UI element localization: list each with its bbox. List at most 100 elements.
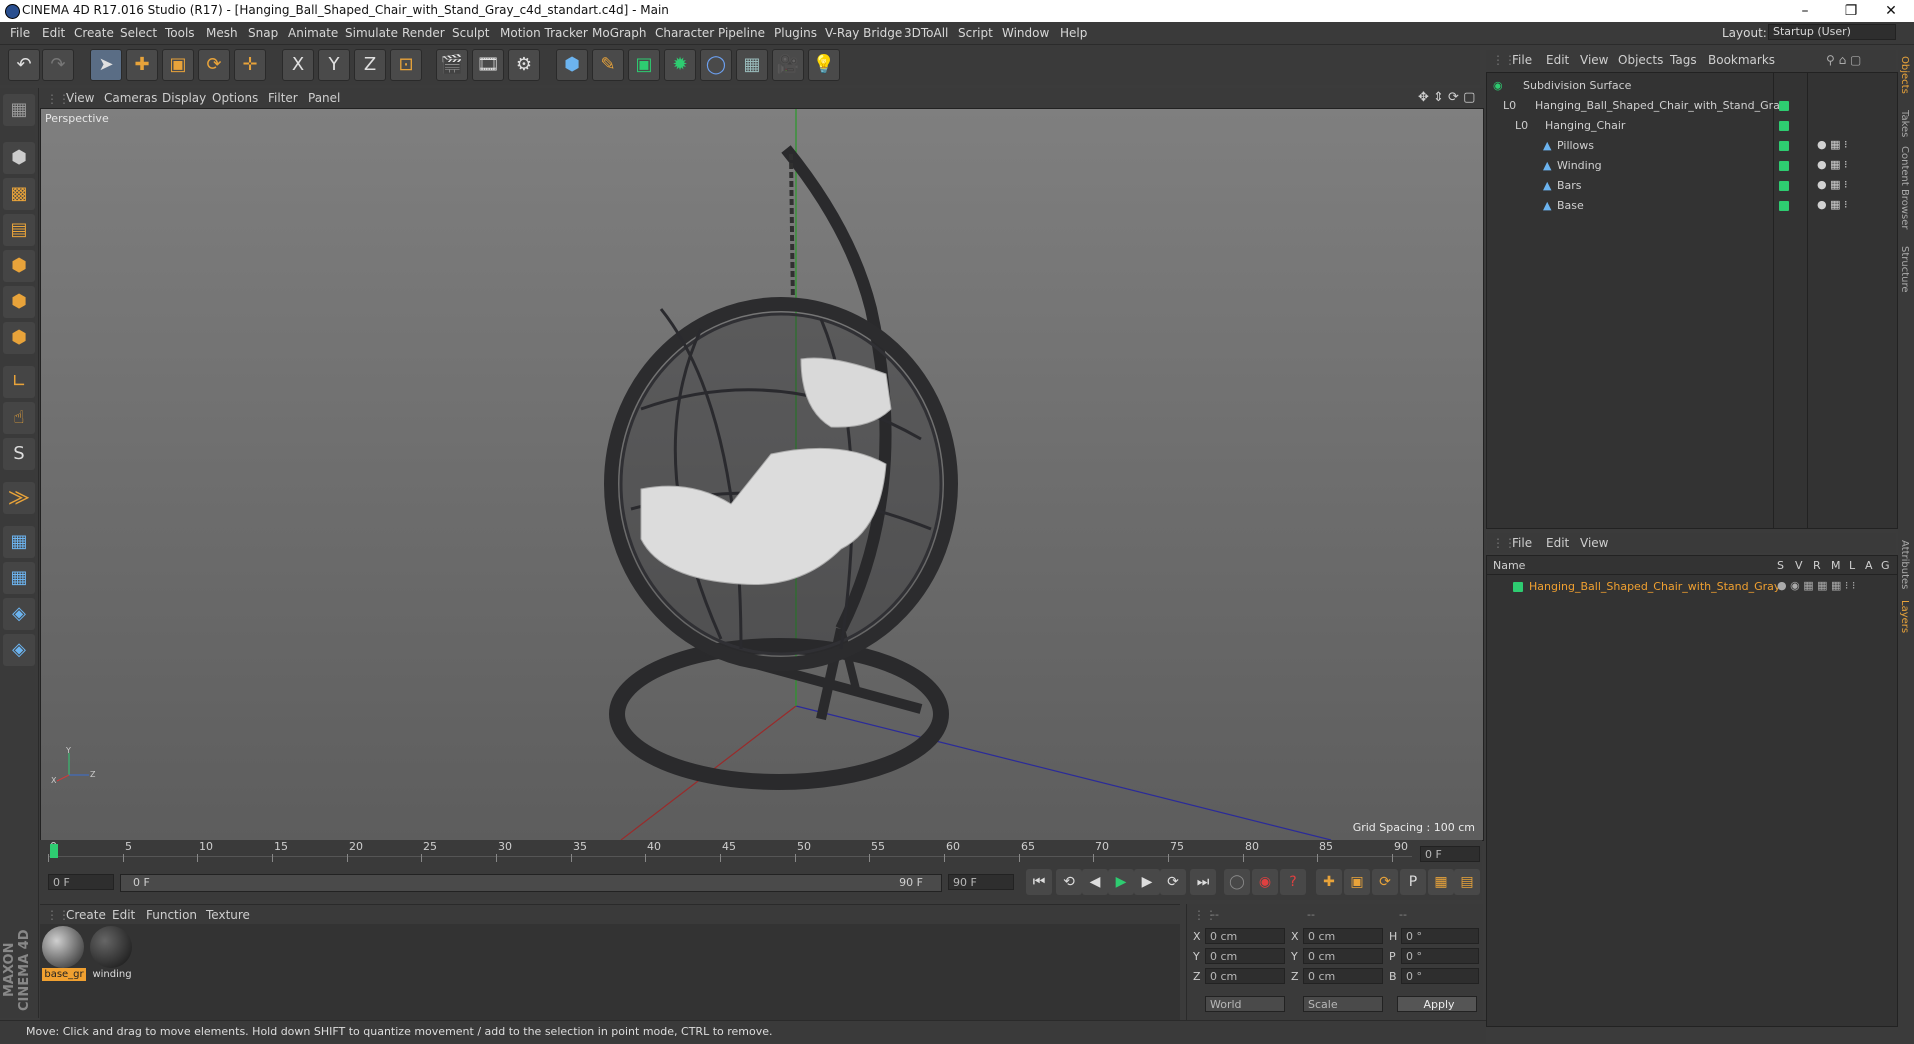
subdivision-icon[interactable]: ▣ <box>628 49 660 81</box>
playhead[interactable] <box>50 844 58 858</box>
key-rotate-icon[interactable]: ⟳ <box>1372 869 1398 895</box>
menu-script[interactable]: Script <box>958 26 993 40</box>
material-menu-create[interactable]: Create <box>66 908 106 922</box>
timeline-editor-icon[interactable]: ▤ <box>1454 869 1480 895</box>
layer-flag-icons[interactable]: ● ◉ ▦ ▦ ▦ ⁝ ⁝ <box>1777 579 1855 592</box>
key-param-icon[interactable]: P <box>1400 869 1426 895</box>
rot-p-field[interactable]: 0 ° <box>1401 948 1479 964</box>
key-scale-icon[interactable]: ▣ <box>1344 869 1370 895</box>
camera-icon[interactable]: 🎥 <box>772 49 804 81</box>
object-menu-view[interactable]: View <box>1580 53 1608 67</box>
grid-lock-icon[interactable]: ▦ <box>3 526 35 558</box>
prev-key-icon[interactable]: ⟲ <box>1056 869 1082 895</box>
object-menu-bookmarks[interactable]: Bookmarks <box>1708 53 1775 67</box>
x-axis-icon[interactable]: X <box>282 49 314 81</box>
menu-snap[interactable]: Snap <box>248 26 278 40</box>
menu-window[interactable]: Window <box>1002 26 1049 40</box>
apply-button[interactable]: Apply <box>1397 996 1477 1012</box>
end-frame-field[interactable]: 90 F <box>948 874 1014 890</box>
coord-mode-select[interactable]: World <box>1205 996 1285 1012</box>
coordinate-system-icon[interactable]: ⊡ <box>390 49 422 81</box>
python-script-icon[interactable]: ◈ <box>3 634 35 666</box>
current-frame-field[interactable]: 0 F <box>1420 846 1480 862</box>
python-icon[interactable]: ◈ <box>3 598 35 630</box>
size-x-field[interactable]: 0 cm <box>1303 928 1383 944</box>
layer-color-swatch[interactable] <box>1779 161 1789 171</box>
layer-color-swatch[interactable] <box>1779 101 1789 111</box>
menu-sculpt[interactable]: Sculpt <box>452 26 489 40</box>
viewport-menu-display[interactable]: Display <box>162 91 206 105</box>
redo-icon[interactable]: ↷ <box>42 49 74 81</box>
menu-file[interactable]: File <box>10 26 30 40</box>
axis-mode-icon[interactable]: ∟ <box>3 366 35 398</box>
viewport[interactable]: Perspective YZX Grid Spacing : 100 cm <box>40 108 1484 841</box>
pos-z-field[interactable]: 0 cm <box>1205 968 1285 984</box>
render-picture-viewer-icon[interactable]: 🎞 <box>472 49 504 81</box>
viewport-menu-view[interactable]: View <box>66 91 94 105</box>
prev-frame-icon[interactable]: ◀ <box>1082 869 1108 895</box>
workplane-icon[interactable]: ▤ <box>3 214 35 246</box>
snap-icon[interactable]: S <box>3 438 35 470</box>
layer-color-swatch[interactable] <box>1779 141 1789 151</box>
tab-structure[interactable]: Structure <box>1899 246 1910 293</box>
menu-character[interactable]: Character <box>655 26 714 40</box>
material-menu-edit[interactable]: Edit <box>112 908 135 922</box>
menu-vray-bridge[interactable]: V-Ray Bridge <box>825 26 902 40</box>
menu-tools[interactable]: Tools <box>165 26 195 40</box>
y-axis-icon[interactable]: Y <box>318 49 350 81</box>
menu-plugins[interactable]: Plugins <box>774 26 817 40</box>
make-editable-icon[interactable]: ▦ <box>3 94 35 126</box>
select-pointer-icon[interactable]: ➤ <box>90 49 122 81</box>
tab-takes[interactable]: Takes <box>1899 110 1910 137</box>
layer-menu-file[interactable]: File <box>1512 536 1532 550</box>
go-to-start-icon[interactable]: ⏮ <box>1026 869 1052 895</box>
layer-color-swatch[interactable] <box>1779 121 1789 131</box>
floor-icon[interactable]: ▦ <box>736 49 768 81</box>
next-frame-icon[interactable]: ▶ <box>1134 869 1160 895</box>
size-z-field[interactable]: 0 cm <box>1303 968 1383 984</box>
tweak-mode-icon[interactable]: ☝ <box>3 402 35 434</box>
menu-render[interactable]: Render <box>402 26 445 40</box>
viewport-menu-cameras[interactable]: Cameras <box>104 91 157 105</box>
material-tag-icon[interactable]: ● ▦ ⁝ <box>1817 198 1847 211</box>
layer-color-swatch[interactable] <box>1779 181 1789 191</box>
material-menu-function[interactable]: Function <box>146 908 197 922</box>
object-menu-file[interactable]: File <box>1512 53 1532 67</box>
size-y-field[interactable]: 0 cm <box>1303 948 1383 964</box>
go-to-end-icon[interactable]: ⏭ <box>1190 869 1216 895</box>
menu-3dtoall[interactable]: 3DToAll <box>904 26 948 40</box>
render-settings-icon[interactable]: ⚙ <box>508 49 540 81</box>
viewport-menu-filter[interactable]: Filter <box>268 91 298 105</box>
coord-scale-select[interactable]: Scale <box>1303 996 1383 1012</box>
material-item[interactable]: base_gr <box>42 926 86 984</box>
scale-icon[interactable]: ▣ <box>162 49 194 81</box>
tree-row[interactable]: ▲ Bars ● ▦ ⁝ <box>1487 177 1897 195</box>
tree-row[interactable]: ▲ Winding ● ▦ ⁝ <box>1487 157 1897 175</box>
material-item[interactable]: winding <box>90 926 134 984</box>
menu-mesh[interactable]: Mesh <box>206 26 238 40</box>
tree-row[interactable]: ▲ Pillows ● ▦ ⁝ <box>1487 137 1897 155</box>
pos-y-field[interactable]: 0 cm <box>1205 948 1285 964</box>
cube-icon[interactable]: ⬢ <box>556 49 588 81</box>
rot-h-field[interactable]: 0 ° <box>1401 928 1479 944</box>
menu-animate[interactable]: Animate <box>288 26 338 40</box>
range-slider[interactable]: 0 F 90 F <box>120 874 942 892</box>
pen-spline-icon[interactable]: ✎ <box>592 49 624 81</box>
minimize-icon[interactable]: – <box>1782 0 1828 22</box>
tab-layers[interactable]: Layers <box>1899 600 1910 633</box>
tree-row[interactable]: L0 Hanging_Ball_Shaped_Chair_with_Stand_… <box>1487 97 1897 115</box>
material-tag-icon[interactable]: ● ▦ ⁝ <box>1817 138 1847 151</box>
menu-simulate[interactable]: Simulate <box>345 26 398 40</box>
points-mode-icon[interactable]: ⬢ <box>3 250 35 282</box>
layer-menu-edit[interactable]: Edit <box>1546 536 1569 550</box>
layer-row[interactable]: Hanging_Ball_Shaped_Chair_with_Stand_Gra… <box>1487 578 1897 596</box>
menu-pipeline[interactable]: Pipeline <box>718 26 765 40</box>
record-icon[interactable]: ◉ <box>1252 869 1278 895</box>
light-icon[interactable]: 💡 <box>808 49 840 81</box>
menu-mograph[interactable]: MoGraph <box>592 26 647 40</box>
tab-attributes[interactable]: Attributes <box>1899 540 1910 589</box>
deformer-icon[interactable]: ◯ <box>700 49 732 81</box>
layer-color-swatch[interactable] <box>1779 201 1789 211</box>
layer-color-swatch[interactable] <box>1513 582 1523 592</box>
tab-objects[interactable]: Objects <box>1899 56 1910 94</box>
